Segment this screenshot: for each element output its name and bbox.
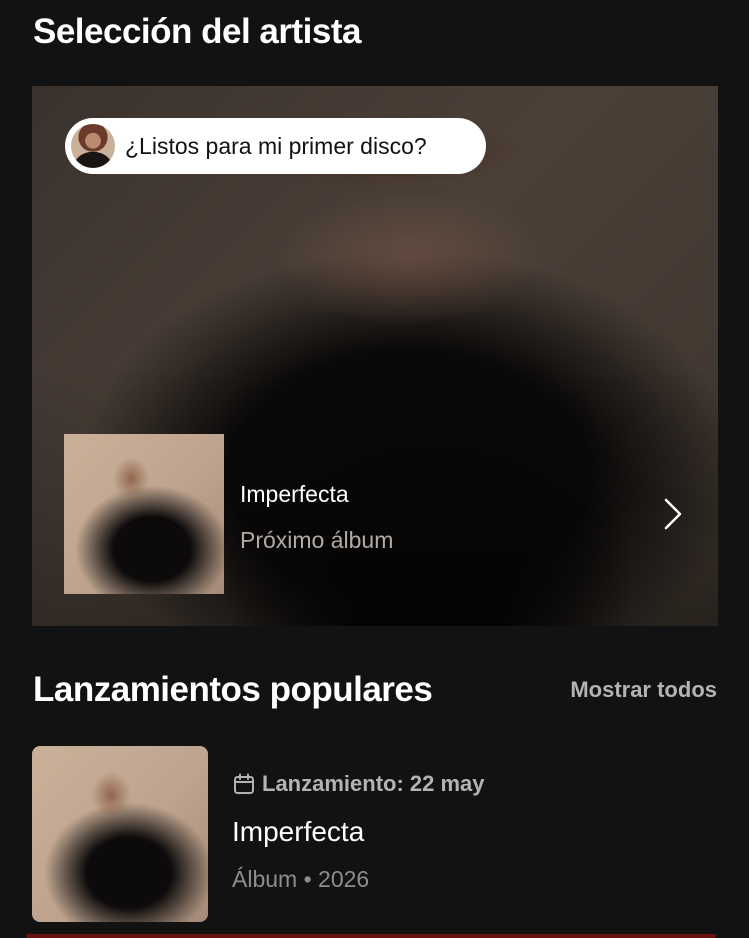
artist-pick-title: Selección del artista: [33, 12, 361, 51]
release-meta: Álbum • 2026: [232, 866, 370, 892]
pick-release-title: Imperfecta: [240, 481, 349, 507]
pick-release-cover: [64, 434, 224, 594]
release-cover: [32, 746, 208, 922]
calendar-icon: [234, 773, 254, 794]
chevron-right-icon[interactable]: [658, 496, 688, 532]
artist-comment-text: ¿Listos para mi primer disco?: [125, 132, 427, 159]
artist-comment-bubble: ¿Listos para mi primer disco?: [65, 118, 486, 174]
playback-progress-edge: [26, 934, 716, 938]
release-date: Lanzamiento: 22 may: [232, 771, 485, 797]
popular-releases-title: Lanzamientos populares: [33, 670, 433, 709]
show-all-link[interactable]: Mostrar todos: [570, 677, 717, 703]
pick-release-subtitle: Próximo álbum: [240, 527, 394, 553]
release-title: Imperfecta: [232, 816, 365, 847]
artist-pick-card[interactable]: ¿Listos para mi primer disco? Imperfecta…: [32, 86, 718, 626]
release-date-label: Lanzamiento: 22 may: [262, 771, 485, 796]
artist-avatar: [71, 124, 115, 168]
